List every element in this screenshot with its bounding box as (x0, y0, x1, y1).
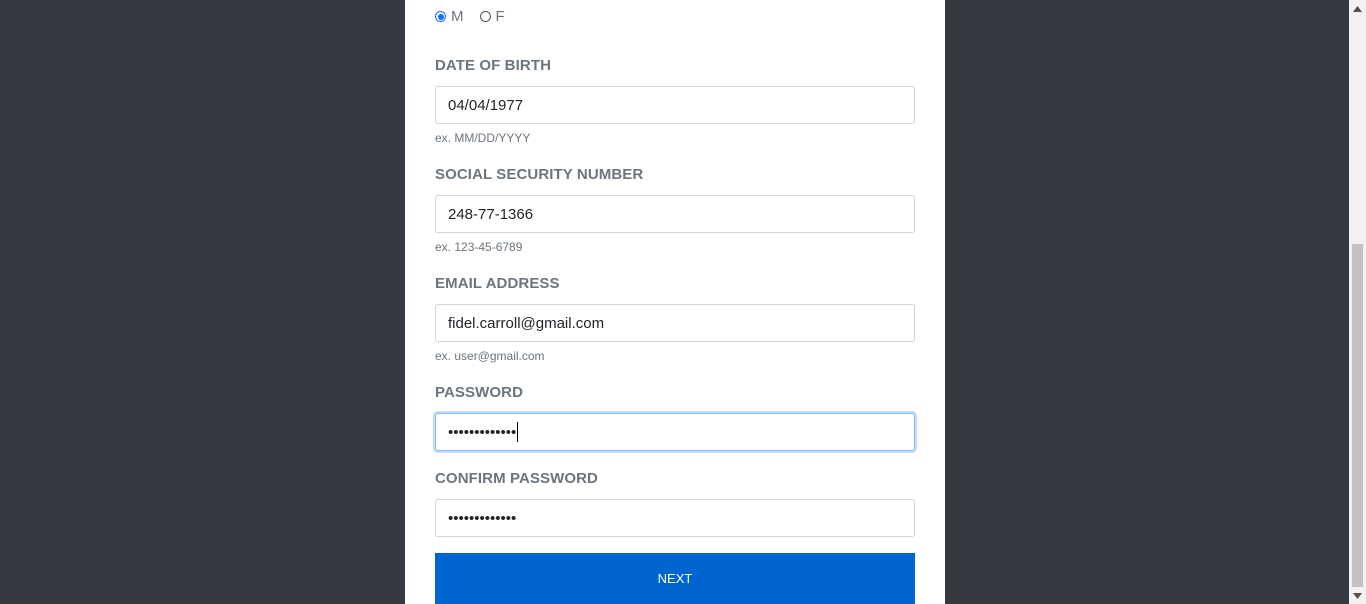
page: M F DATE OF BIRTH 04/04/1977 ex. MM/DD/Y… (0, 0, 1366, 604)
ssn-hint: ex. 123-45-6789 (435, 240, 523, 254)
email-hint: ex. user@gmail.com (435, 349, 545, 363)
dob-hint: ex. MM/DD/YYYY (435, 131, 531, 145)
password-field[interactable]: ••••••••••••• (435, 413, 915, 451)
next-button[interactable]: NEXT (435, 553, 915, 604)
ssn-field[interactable]: 248-77-1366 (435, 195, 915, 233)
vertical-scrollbar[interactable] (1349, 0, 1366, 604)
email-value: fidel.carroll@gmail.com (448, 314, 605, 332)
dob-value: 04/04/1977 (448, 96, 524, 114)
gender-radio-group: M F (435, 8, 521, 25)
dob-label: DATE OF BIRTH (435, 57, 552, 74)
scroll-up-arrow-icon[interactable] (1349, 0, 1366, 17)
password-value: ••••••••••••• (448, 423, 517, 441)
email-label: EMAIL ADDRESS (435, 275, 560, 292)
registration-form: M F DATE OF BIRTH 04/04/1977 ex. MM/DD/Y… (405, 0, 945, 604)
gender-option-m[interactable]: M (435, 8, 464, 25)
ssn-value: 248-77-1366 (448, 205, 534, 223)
confirm-password-field[interactable]: ••••••••••••• (435, 499, 915, 537)
email-field[interactable]: fidel.carroll@gmail.com (435, 304, 915, 342)
dob-field[interactable]: 04/04/1977 (435, 86, 915, 124)
gender-option-m-label: M (451, 8, 464, 25)
scroll-down-arrow-icon[interactable] (1349, 587, 1366, 604)
gender-option-f[interactable]: F (479, 8, 505, 25)
radio-button-f[interactable] (479, 11, 491, 22)
radio-button-m[interactable] (435, 11, 446, 22)
confirm-password-label: CONFIRM PASSWORD (435, 470, 598, 487)
confirm-password-value: ••••••••••••• (448, 509, 517, 527)
scrollbar-thumb[interactable] (1352, 244, 1363, 587)
password-label: PASSWORD (435, 384, 524, 401)
gender-option-f-label: F (495, 8, 505, 25)
text-caret (517, 422, 519, 442)
ssn-label: SOCIAL SECURITY NUMBER (435, 166, 644, 183)
